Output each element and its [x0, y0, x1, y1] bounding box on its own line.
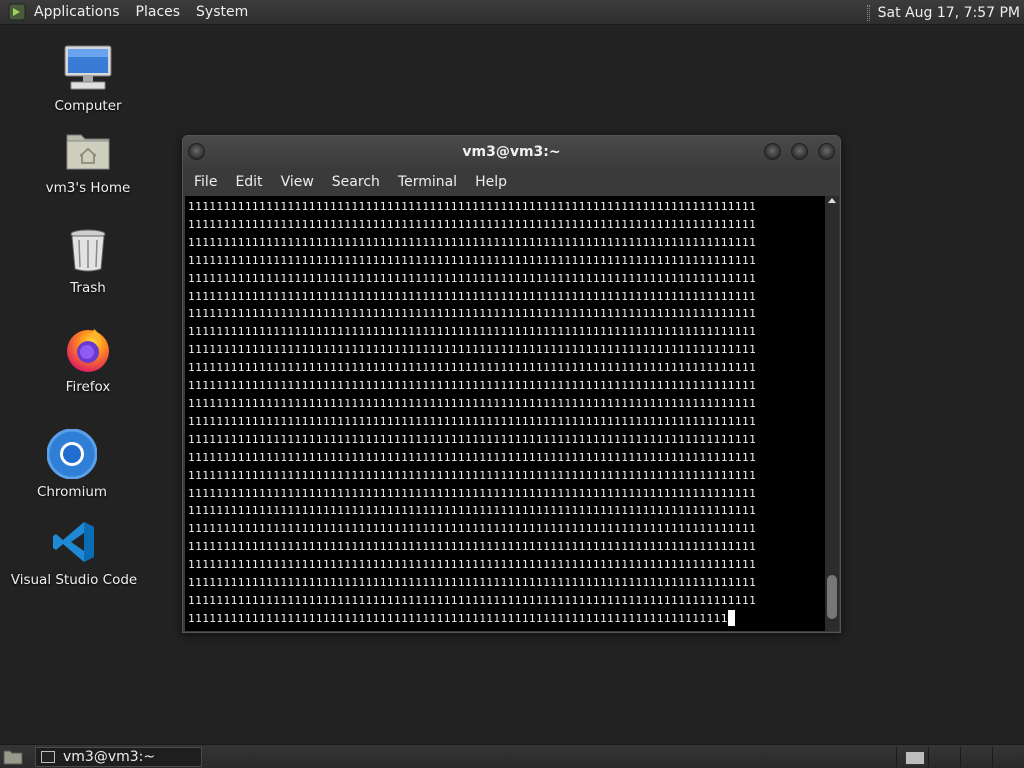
- close-button[interactable]: [818, 143, 835, 160]
- scroll-thumb[interactable]: [827, 575, 837, 619]
- menu-applications[interactable]: Applications: [26, 0, 128, 25]
- window-title: vm3@vm3:~: [462, 144, 561, 160]
- maximize-button[interactable]: [791, 143, 808, 160]
- menu-view[interactable]: View: [273, 174, 322, 190]
- terminal-window[interactable]: vm3@vm3:~ File Edit View Search Terminal…: [182, 135, 841, 633]
- workspace-4[interactable]: [992, 747, 1024, 767]
- scroll-up-arrow-icon[interactable]: [828, 198, 836, 203]
- desktop-icon-trash[interactable]: Trash: [23, 226, 153, 296]
- terminal-icon: [41, 751, 55, 763]
- desktop-icon-label: Firefox: [65, 379, 111, 395]
- panel-separator: [866, 4, 870, 21]
- desktop-icon-vscode[interactable]: Visual Studio Code: [9, 518, 139, 588]
- taskbar-item-terminal[interactable]: vm3@vm3:~: [35, 747, 202, 767]
- desktop-icon-chromium[interactable]: Chromium: [7, 429, 137, 500]
- top-panel: Applications Places System Sat Aug 17, 7…: [0, 0, 1024, 25]
- window-menu-button[interactable]: [188, 143, 205, 160]
- menu-file[interactable]: File: [186, 174, 225, 190]
- terminal-output-area[interactable]: 1111111111111111111111111111111111111111…: [185, 196, 827, 631]
- vscode-icon: [53, 522, 94, 562]
- show-desktop-icon[interactable]: [3, 748, 23, 765]
- workspace-1[interactable]: [896, 747, 928, 767]
- computer-icon: [64, 45, 112, 90]
- desktop-icon-label: Trash: [70, 280, 106, 296]
- minimize-button[interactable]: [764, 143, 781, 160]
- menu-terminal[interactable]: Terminal: [390, 174, 465, 190]
- workspace-switcher: [896, 747, 1024, 767]
- desktop-icon-label: vm3's Home: [45, 180, 131, 196]
- workspace-2[interactable]: [928, 747, 960, 767]
- menu-edit[interactable]: Edit: [227, 174, 270, 190]
- applications-menu-icon[interactable]: [8, 3, 26, 21]
- bottom-panel: vm3@vm3:~: [0, 744, 1024, 768]
- terminal-menubar: File Edit View Search Terminal Help: [183, 168, 840, 196]
- menu-places[interactable]: Places: [128, 0, 189, 25]
- desktop-icon-home[interactable]: vm3's Home: [23, 126, 153, 196]
- desktop-icon-label: Chromium: [36, 484, 108, 500]
- taskbar-item-label: vm3@vm3:~: [63, 749, 156, 765]
- menu-system[interactable]: System: [188, 0, 256, 25]
- desktop-icon-firefox[interactable]: Firefox: [23, 325, 153, 395]
- clock[interactable]: Sat Aug 17, 7:57 PM: [878, 5, 1024, 21]
- terminal-cursor: [727, 609, 735, 626]
- menu-search[interactable]: Search: [324, 174, 388, 190]
- menu-help[interactable]: Help: [467, 174, 515, 190]
- home-folder-icon: [66, 134, 110, 170]
- terminal-titlebar[interactable]: vm3@vm3:~: [183, 136, 840, 168]
- firefox-icon: [67, 329, 109, 372]
- workspace-3[interactable]: [960, 747, 992, 767]
- terminal-output: 1111111111111111111111111111111111111111…: [188, 200, 757, 626]
- desktop-icon-label: Visual Studio Code: [10, 572, 138, 588]
- terminal-scrollbar[interactable]: [825, 196, 839, 631]
- chromium-icon: [47, 429, 97, 479]
- trash-icon: [70, 229, 106, 272]
- desktop-icon-label: Computer: [54, 98, 122, 114]
- desktop-icon-computer[interactable]: Computer: [23, 44, 153, 114]
